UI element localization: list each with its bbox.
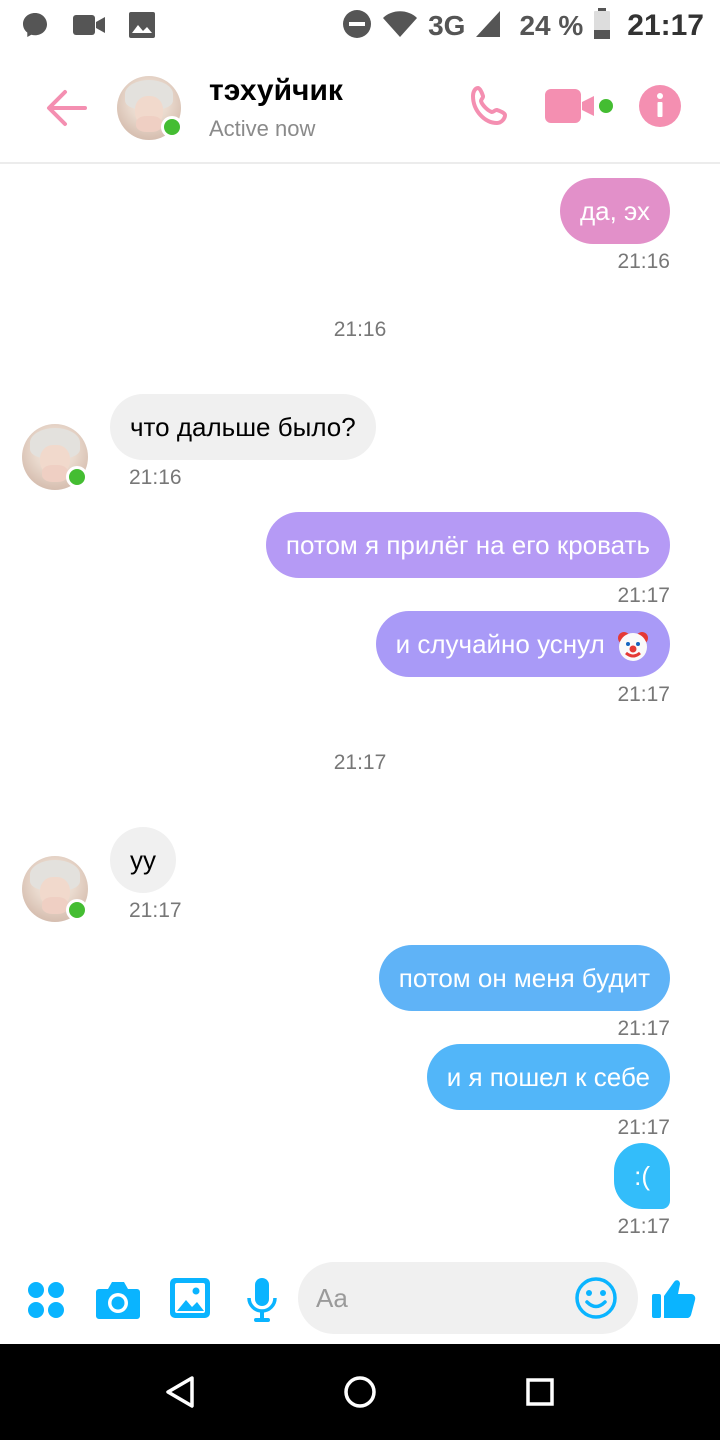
camera-button[interactable]	[94, 1276, 142, 1324]
four-dots-icon	[28, 1282, 64, 1318]
info-button[interactable]	[638, 84, 682, 128]
signal-icon	[475, 10, 501, 43]
smiley-icon	[575, 1277, 617, 1319]
online-indicator	[161, 116, 183, 138]
network-type: 3G	[428, 10, 466, 41]
online-indicator	[66, 899, 88, 921]
clock: 21:17	[627, 9, 704, 42]
time-divider: 21:16	[333, 318, 387, 341]
home-circle-icon	[344, 1376, 376, 1408]
outgoing-message[interactable]: потом он меня будит	[378, 945, 670, 1011]
camera-icon	[96, 1282, 140, 1319]
system-nav-bar	[0, 1344, 720, 1440]
message-input[interactable]	[316, 1262, 566, 1334]
outgoing-message[interactable]: и случайно уснул	[375, 611, 670, 677]
message-time: 21:17	[617, 1116, 670, 1139]
message-time: 21:16	[129, 466, 182, 489]
like-button[interactable]	[648, 1272, 700, 1324]
message-time: 21:17	[617, 683, 670, 706]
battery-icon	[593, 7, 611, 45]
message-input-wrapper[interactable]	[298, 1262, 638, 1334]
more-actions-button[interactable]	[24, 1278, 68, 1322]
phone-icon	[471, 86, 507, 125]
nav-recents-button[interactable]	[516, 1368, 564, 1416]
status-bar: 3G 24 % 21:17	[0, 0, 720, 52]
arrow-left-icon	[47, 90, 87, 126]
outgoing-message[interactable]: потом я прилёг на его кровать	[265, 512, 670, 578]
contact-name[interactable]: тэхуйчик	[209, 74, 343, 108]
recents-square-icon	[526, 1378, 554, 1406]
conversation-header: тэхуйчик Active now	[0, 52, 720, 164]
video-camera-icon	[545, 89, 613, 123]
message-time: 21:17	[617, 1215, 670, 1238]
microphone-icon	[247, 1278, 277, 1322]
wifi-icon	[382, 10, 418, 43]
battery-percent: 24 %	[519, 10, 584, 41]
image-icon	[170, 1278, 210, 1318]
emoji-button[interactable]	[572, 1274, 620, 1322]
contact-status: Active now	[209, 116, 316, 141]
back-button[interactable]	[40, 82, 92, 134]
voice-message-button[interactable]	[242, 1276, 282, 1324]
message-time: 21:16	[617, 250, 670, 273]
messenger-bubble-icon	[20, 10, 50, 45]
back-triangle-icon	[166, 1376, 194, 1408]
image-icon	[128, 11, 156, 44]
outgoing-message[interactable]: :(	[614, 1143, 670, 1209]
message-time: 21:17	[617, 1017, 670, 1040]
outgoing-message[interactable]: да, эх	[559, 178, 670, 244]
clown-face-icon	[618, 632, 648, 662]
nav-home-button[interactable]	[336, 1368, 384, 1416]
incoming-message[interactable]: что дальше было?	[110, 394, 376, 460]
do-not-disturb-icon	[342, 9, 372, 44]
info-icon	[639, 85, 681, 127]
voice-call-button[interactable]	[466, 82, 514, 130]
message-time: 21:17	[617, 584, 670, 607]
message-list[interactable]: да, эх 21:16 21:16 что дальше было? 21:1…	[0, 166, 720, 1256]
time-divider: 21:17	[333, 751, 387, 774]
outgoing-message[interactable]: и я пошел к себе	[426, 1044, 670, 1110]
video-camera-icon	[72, 12, 106, 43]
message-time: 21:17	[129, 899, 182, 922]
nav-back-button[interactable]	[156, 1368, 204, 1416]
online-indicator	[66, 466, 88, 488]
thumbs-up-icon	[652, 1280, 696, 1318]
video-call-button[interactable]	[544, 86, 616, 126]
incoming-message[interactable]: уу	[110, 827, 176, 893]
gallery-button[interactable]	[168, 1276, 212, 1320]
composer-bar	[0, 1256, 720, 1344]
